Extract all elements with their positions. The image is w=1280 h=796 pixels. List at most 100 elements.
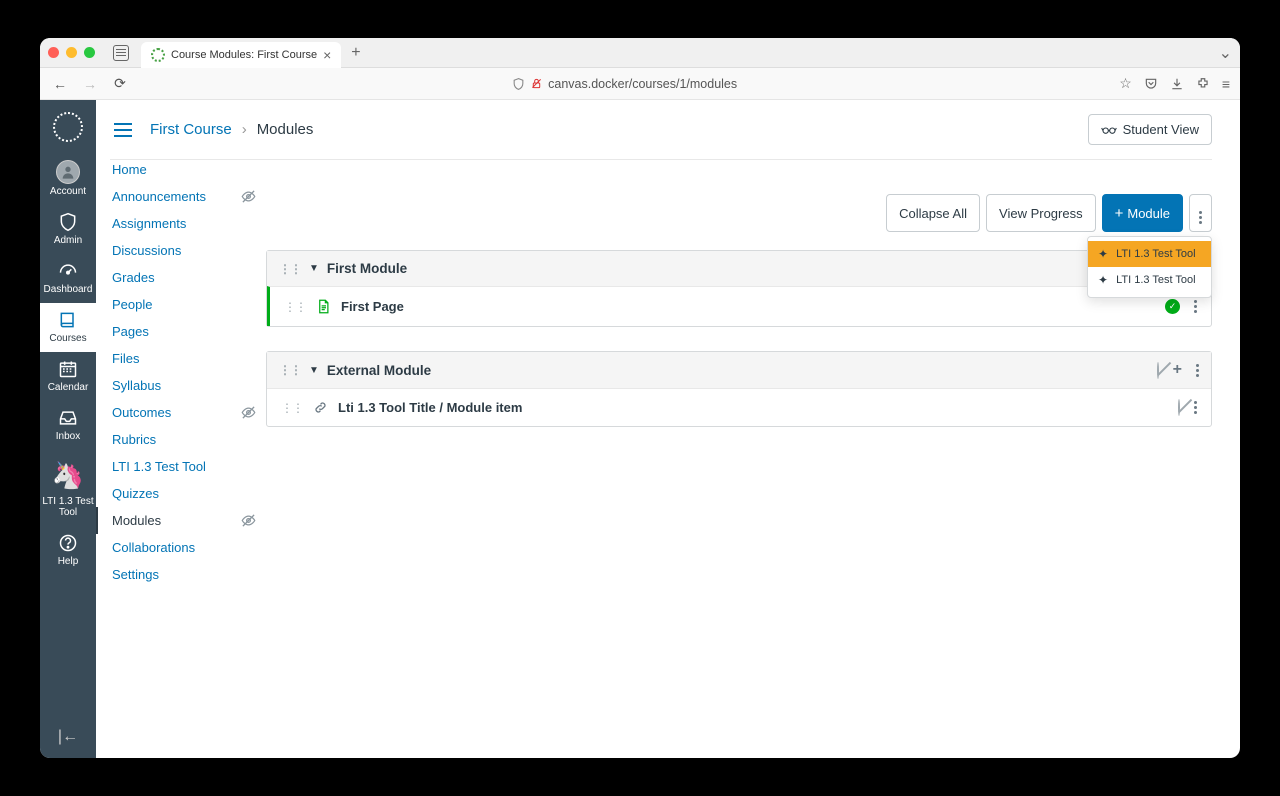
breadcrumb-page: Modules <box>257 121 314 138</box>
shield-icon[interactable] <box>512 77 525 91</box>
course-nav-item[interactable]: Modules <box>96 507 266 534</box>
nav-help[interactable]: Help <box>40 526 96 575</box>
nav-dashboard[interactable]: Dashboard <box>40 254 96 303</box>
nav-lti-tool[interactable]: 🦄 LTI 1.3 Test Tool <box>40 450 96 526</box>
nav-account[interactable]: Account <box>40 154 96 205</box>
view-progress-button[interactable]: View Progress <box>986 194 1096 232</box>
nav-courses[interactable]: Courses <box>40 303 96 352</box>
course-nav-item[interactable]: Pages <box>112 318 266 345</box>
insecure-lock-icon[interactable] <box>531 77 542 90</box>
unpublished-icon[interactable] <box>1178 400 1180 415</box>
kebab-icon[interactable] <box>1196 364 1199 377</box>
tabs-dropdown-icon[interactable]: ⌄ <box>1219 43 1232 63</box>
inbox-icon <box>57 407 79 429</box>
hidden-icon <box>241 189 256 204</box>
url-text: canvas.docker/courses/1/modules <box>548 77 737 91</box>
course-nav-item[interactable]: LTI 1.3 Test Tool <box>112 453 266 480</box>
tool-icon: ✦ <box>1098 273 1108 287</box>
browser-tab[interactable]: Course Modules: First Course × <box>141 42 341 68</box>
unpublished-icon[interactable] <box>1157 363 1159 378</box>
nav-label: Settings <box>112 567 159 582</box>
maximize-window[interactable] <box>84 47 95 58</box>
close-tab-icon[interactable]: × <box>323 47 331 63</box>
tab-title: Course Modules: First Course <box>171 49 317 61</box>
canvas-logo-icon[interactable] <box>53 112 83 142</box>
course-nav-item[interactable]: Collaborations <box>112 534 266 561</box>
nav-label: People <box>112 297 152 312</box>
nav-label: Quizzes <box>112 486 159 501</box>
reload-button[interactable]: ⟳ <box>110 75 130 92</box>
module-header: ⋮⋮ ▼ External Module + <box>267 352 1211 388</box>
forward-button: → <box>80 76 100 92</box>
course-nav-item[interactable]: Assignments <box>112 210 266 237</box>
downloads-icon[interactable] <box>1170 77 1184 91</box>
course-nav-item[interactable]: Grades <box>112 264 266 291</box>
close-window[interactable] <box>48 47 59 58</box>
hidden-icon <box>241 513 256 528</box>
nav-calendar[interactable]: Calendar <box>40 352 96 401</box>
nav-inbox[interactable]: Inbox <box>40 401 96 450</box>
favicon-icon <box>151 48 165 62</box>
nav-label: Discussions <box>112 243 181 258</box>
kebab-icon[interactable] <box>1194 300 1197 313</box>
course-nav-item[interactable]: Announcements <box>112 183 266 210</box>
link-icon <box>313 400 328 415</box>
course-nav-item[interactable]: Rubrics <box>112 426 266 453</box>
pocket-icon[interactable] <box>1144 77 1158 91</box>
shield-icon <box>57 211 79 233</box>
student-view-button[interactable]: Student View <box>1088 114 1212 145</box>
menu-item-lti-1[interactable]: ✦ LTI 1.3 Test Tool <box>1088 241 1211 267</box>
caret-down-icon[interactable]: ▼ <box>309 263 319 274</box>
document-icon <box>316 298 331 315</box>
add-item-icon[interactable]: + <box>1173 362 1182 378</box>
module: ⋮⋮ ▼ External Module + ⋮⋮ Lti 1.3 Tool Title … <box>266 351 1212 427</box>
course-nav-item[interactable]: Outcomes <box>112 399 266 426</box>
breadcrumb-course[interactable]: First Course <box>150 121 232 138</box>
course-nav-item[interactable]: Syllabus <box>112 372 266 399</box>
module-name: External Module <box>327 363 431 378</box>
module-item: ⋮⋮ First Page ✓ <box>267 286 1211 326</box>
course-nav-item[interactable]: Files <box>112 345 266 372</box>
course-nav-item[interactable]: Discussions <box>112 237 266 264</box>
module-item: ⋮⋮ Lti 1.3 Tool Title / Module item <box>267 388 1211 426</box>
chevron-right-icon: › <box>242 121 247 138</box>
caret-down-icon[interactable]: ▼ <box>309 365 319 376</box>
kebab-icon[interactable] <box>1194 401 1197 414</box>
module-header: ⋮⋮▼First Module <box>267 251 1211 286</box>
extensions-icon[interactable] <box>1196 77 1210 91</box>
nav-label: Files <box>112 351 139 366</box>
nav-admin[interactable]: Admin <box>40 205 96 254</box>
back-button[interactable]: ← <box>50 76 70 92</box>
course-nav-item[interactable]: Settings <box>112 561 266 588</box>
item-title[interactable]: Lti 1.3 Tool Title / Module item <box>338 400 522 415</box>
new-tab-button[interactable]: + <box>351 44 360 62</box>
collapse-nav-icon[interactable]: |← <box>58 728 78 746</box>
plus-icon: + <box>1115 206 1124 221</box>
nav-label: Assignments <box>112 216 186 231</box>
course-nav-item[interactable]: People <box>112 291 266 318</box>
course-nav-item[interactable]: Home <box>112 156 266 183</box>
bookmark-star-icon[interactable]: ☆ <box>1119 75 1132 92</box>
glasses-icon <box>1101 125 1117 135</box>
item-title[interactable]: First Page <box>341 299 404 314</box>
drag-handle-icon[interactable]: ⋮⋮ <box>279 363 301 377</box>
nav-label: Announcements <box>112 189 206 204</box>
drag-handle-icon[interactable]: ⋮⋮ <box>279 262 301 276</box>
drag-handle-icon[interactable]: ⋮⋮ <box>281 401 303 415</box>
module-toolbar: Collapse All View Progress + Module ✦ LT… <box>266 160 1212 250</box>
kebab-icon <box>1199 211 1202 224</box>
app-menu-icon[interactable]: ≡ <box>1222 76 1230 92</box>
tabs-overview-icon[interactable] <box>113 45 129 61</box>
drag-handle-icon[interactable]: ⋮⋮ <box>284 300 306 314</box>
collapse-all-button[interactable]: Collapse All <box>886 194 980 232</box>
hamburger-icon[interactable] <box>114 123 132 137</box>
course-nav-item[interactable]: Quizzes <box>112 480 266 507</box>
more-options-button[interactable] <box>1189 194 1212 232</box>
published-icon[interactable]: ✓ <box>1165 299 1180 314</box>
nav-label: Syllabus <box>112 378 161 393</box>
minimize-window[interactable] <box>66 47 77 58</box>
tool-icon: ✦ <box>1098 247 1108 261</box>
url-display[interactable]: canvas.docker/courses/1/modules <box>512 77 737 91</box>
menu-item-lti-2[interactable]: ✦ LTI 1.3 Test Tool <box>1088 267 1211 293</box>
add-module-button[interactable]: + Module <box>1102 194 1183 232</box>
